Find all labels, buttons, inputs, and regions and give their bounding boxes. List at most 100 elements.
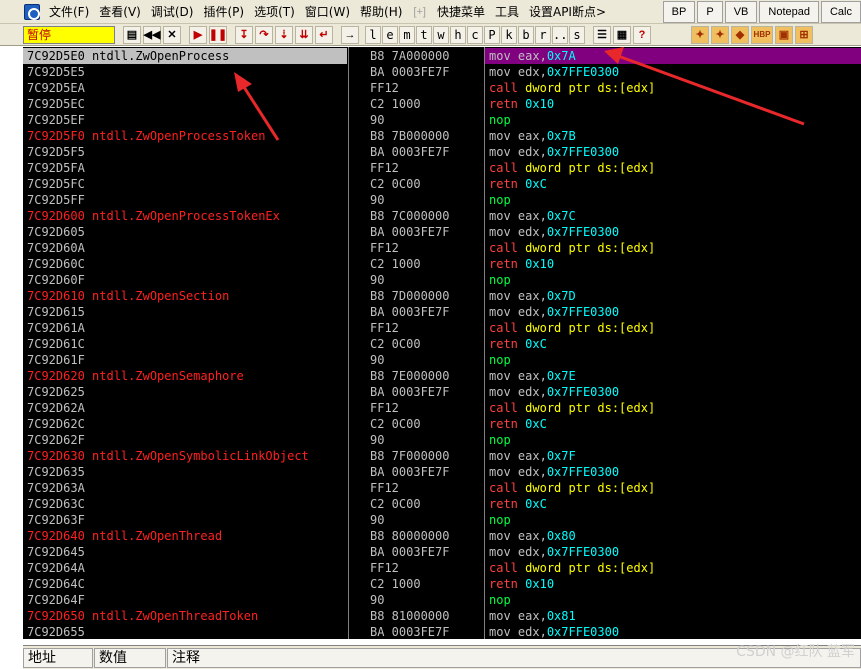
disasm-row[interactable]: 7C92D64C C2 1000 retn 0x10 — [23, 576, 861, 592]
disasm-row[interactable]: 7C92D645 BA 0003FE7F mov edx,0x7FFE0300 — [23, 544, 861, 560]
call-stack-button[interactable]: k — [501, 25, 517, 44]
disasm-row[interactable]: 7C92D5F5 BA 0003FE7F mov edx,0x7FFE0300 — [23, 144, 861, 160]
open-icon[interactable]: ▤ — [123, 25, 141, 44]
disasm-row[interactable]: 7C92D600 ntdll.ZwOpenProcessTokenEx B8 7C… — [23, 208, 861, 224]
execute-till-return-icon[interactable]: ↵ — [315, 25, 333, 44]
references-button[interactable]: r — [535, 25, 551, 44]
plugin-tool2-icon[interactable]: ✦ — [711, 25, 729, 44]
menu-options[interactable]: 选项(T) — [249, 0, 300, 24]
memory-button[interactable]: m — [399, 25, 415, 44]
menu-shortcut[interactable]: 快捷菜单 — [432, 0, 490, 24]
run-icon[interactable]: ▶ — [189, 25, 207, 44]
address-value: 7C92D62A — [27, 401, 85, 415]
disasm-row[interactable]: 7C92D625 BA 0003FE7F mov edx,0x7FFE0300 — [23, 384, 861, 400]
disasm-row[interactable]: 7C92D5E0 ntdll.ZwOpenProcess B8 7A000000 m… — [23, 48, 861, 64]
disasm-row[interactable]: 7C92D62A FF12 call dword ptr ds:[edx] — [23, 400, 861, 416]
patches-button[interactable]: P — [484, 25, 500, 44]
pause-icon[interactable]: ❚❚ — [209, 25, 227, 44]
menu-api-breakpoint[interactable]: 设置API断点> — [524, 0, 611, 24]
disasm-row[interactable]: 7C92D61C C2 0C00 retn 0xC — [23, 336, 861, 352]
disasm-row[interactable]: 7C92D61F 90 nop — [23, 352, 861, 368]
disasm-row[interactable]: 7C92D5E5 BA 0003FE7F mov edx,0x7FFE0300 — [23, 64, 861, 80]
plugin-tool4-icon[interactable]: ▣ — [775, 25, 793, 44]
operand: 0x10 — [525, 577, 555, 591]
disasm-row[interactable]: 7C92D5FC C2 0C00 retn 0xC — [23, 176, 861, 192]
plugin-tool3-icon[interactable]: ◆ — [731, 25, 749, 44]
list-icon[interactable]: ☰ — [593, 25, 611, 44]
bp-button[interactable]: BP — [662, 1, 696, 23]
instruction: call dword ptr ds:[edx] — [489, 400, 849, 416]
app-icon[interactable] — [24, 3, 40, 20]
options-icon[interactable]: ▦ — [613, 25, 631, 44]
trace-over-icon[interactable]: ⇊ — [295, 25, 313, 44]
disasm-row[interactable]: 7C92D62C C2 0C00 retn 0xC — [23, 416, 861, 432]
disasm-row[interactable]: 7C92D61A FF12 call dword ptr ds:[edx] — [23, 320, 861, 336]
disasm-row[interactable]: 7C92D5F0 ntdll.ZwOpenProcessToken B8 7B00… — [23, 128, 861, 144]
close-icon[interactable]: ✕ — [163, 25, 181, 44]
operand: edx, — [517, 145, 547, 159]
disasm-row[interactable]: 7C92D5FA FF12 call dword ptr ds:[edx] — [23, 160, 861, 176]
disasm-row[interactable]: 7C92D5EC C2 1000 retn 0x10 — [23, 96, 861, 112]
menu-tools[interactable]: 工具 — [490, 0, 524, 24]
menu-view[interactable]: 查看(V) — [94, 0, 146, 24]
operand: dword ptr ds:[edx] — [525, 81, 656, 95]
menu-window[interactable]: 窗口(W) — [300, 0, 355, 24]
disasm-row[interactable]: 7C92D635 BA 0003FE7F mov edx,0x7FFE0300 — [23, 464, 861, 480]
rewind-icon[interactable]: ◀◀ — [143, 25, 161, 44]
disasm-row[interactable]: 7C92D5EF 90 nop — [23, 112, 861, 128]
address-cell: 7C92D63F — [27, 512, 347, 528]
disasm-row[interactable]: 7C92D60F 90 nop — [23, 272, 861, 288]
menu-file[interactable]: 文件(F) — [44, 0, 94, 24]
address-value: 7C92D640 — [27, 529, 85, 543]
p-button[interactable]: P — [697, 1, 723, 23]
calc-button[interactable]: Calc — [820, 1, 861, 23]
run-trace-button[interactable]: ... — [552, 25, 575, 44]
windows-button[interactable]: w — [433, 25, 449, 44]
vb-button[interactable]: VB — [724, 1, 758, 23]
threads-button[interactable]: t — [416, 25, 432, 44]
hbp-button[interactable]: HBP — [751, 25, 773, 44]
disasm-row[interactable]: 7C92D615 BA 0003FE7F mov edx,0x7FFE0300 — [23, 304, 861, 320]
disasm-row[interactable]: 7C92D63C C2 0C00 retn 0xC — [23, 496, 861, 512]
plugin-tool-icon[interactable]: ✦ — [691, 25, 709, 44]
disasm-row[interactable]: 7C92D650 ntdll.ZwOpenThreadToken B8 81000… — [23, 608, 861, 624]
disasm-row[interactable]: 7C92D605 BA 0003FE7F mov edx,0x7FFE0300 — [23, 224, 861, 240]
log-window-button[interactable]: l — [365, 25, 381, 44]
disasm-row[interactable]: 7C92D655 BA 0003FE7F mov edx,0x7FFE0300 — [23, 624, 861, 639]
disasm-row[interactable]: 7C92D610 ntdll.ZwOpenSection B8 7D000000 m… — [23, 288, 861, 304]
disasm-row[interactable]: 7C92D64F 90 nop — [23, 592, 861, 608]
disasm-row[interactable]: 7C92D60C C2 1000 retn 0x10 — [23, 256, 861, 272]
source-button[interactable]: s — [569, 25, 585, 44]
disasm-row[interactable]: 7C92D63A FF12 call dword ptr ds:[edx] — [23, 480, 861, 496]
column-header-address[interactable]: 地址 — [23, 648, 93, 668]
disassembly-pane[interactable]: 7C92D5E0 ntdll.ZwOpenProcess B8 7A000000 m… — [23, 47, 861, 639]
disasm-row[interactable]: 7C92D64A FF12 call dword ptr ds:[edx] — [23, 560, 861, 576]
address-cell: 7C92D64C — [27, 576, 347, 592]
cpu-button[interactable]: c — [467, 25, 483, 44]
disasm-row[interactable]: 7C92D62F 90 nop — [23, 432, 861, 448]
disasm-row[interactable]: 7C92D640 ntdll.ZwOpenThread B8 80000000 mo… — [23, 528, 861, 544]
plugin-tool5-icon[interactable]: ⊞ — [795, 25, 813, 44]
breakpoints-button[interactable]: b — [518, 25, 534, 44]
address-value: 7C92D5FC — [27, 177, 85, 191]
step-over-icon[interactable]: ↷ — [255, 25, 273, 44]
address-value: 7C92D5EF — [27, 113, 85, 127]
disasm-row[interactable]: 7C92D630 ntdll.ZwOpenSymbolicLinkObject B… — [23, 448, 861, 464]
disasm-row[interactable]: 7C92D60A FF12 call dword ptr ds:[edx] — [23, 240, 861, 256]
step-into-icon[interactable]: ↧ — [235, 25, 253, 44]
modules-button[interactable]: e — [382, 25, 398, 44]
column-header-value[interactable]: 数值 — [94, 648, 166, 668]
handles-button[interactable]: h — [450, 25, 466, 44]
menu-debug[interactable]: 调试(D) — [146, 0, 199, 24]
address-value: 7C92D615 — [27, 305, 85, 319]
menu-plugins[interactable]: 插件(P) — [198, 0, 249, 24]
notepad-button[interactable]: Notepad — [759, 1, 819, 23]
help-icon[interactable]: ? — [633, 25, 651, 44]
disasm-row[interactable]: 7C92D5FF 90 nop — [23, 192, 861, 208]
trace-into-icon[interactable]: ⇣ — [275, 25, 293, 44]
goto-icon[interactable]: → — [341, 25, 359, 44]
disasm-row[interactable]: 7C92D620 ntdll.ZwOpenSemaphore B8 7E00000… — [23, 368, 861, 384]
menu-help[interactable]: 帮助(H) — [355, 0, 407, 24]
disasm-row[interactable]: 7C92D5EA FF12 call dword ptr ds:[edx] — [23, 80, 861, 96]
disasm-row[interactable]: 7C92D63F 90 nop — [23, 512, 861, 528]
